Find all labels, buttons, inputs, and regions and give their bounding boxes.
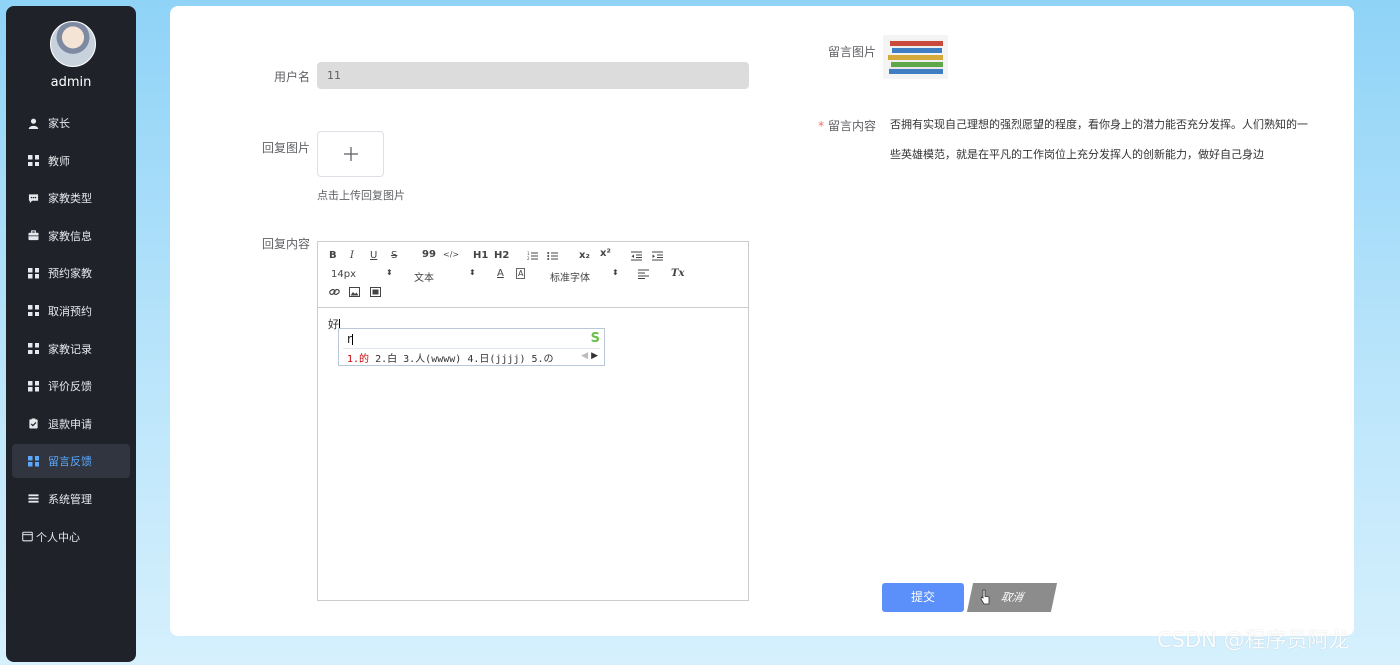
sidebar-item-label: 家教类型 [48,192,92,206]
grid-icon [28,155,39,167]
sidebar-item-label: 家教记录 [48,342,92,356]
sidebar-item-label: 家长 [48,117,70,130]
align-left-icon[interactable] [638,269,649,279]
window-icon [22,531,33,542]
font-color-icon[interactable]: A [497,268,504,279]
sidebar-item-cancel-booking[interactable]: 取消预约 [12,294,130,328]
updown-icon[interactable]: ⬍ [386,268,393,277]
sidebar-item-label: 预约家教 [48,267,92,281]
avatar[interactable] [50,21,96,67]
upload-hint: 点击上传回复图片 [317,189,405,202]
subscript-button[interactable]: x₂ [579,250,590,261]
font-family-select[interactable]: 标准字体 [550,269,590,284]
video-icon[interactable] [370,287,381,297]
reply-image-label: 回复图片 [261,141,310,155]
sidebar-item-label: 取消预约 [48,304,92,318]
updown-icon[interactable]: ⬍ [469,268,476,277]
font-size-select[interactable]: 14px [331,269,356,280]
image-icon[interactable] [349,287,360,297]
grid-icon [28,455,39,467]
quote-button[interactable]: 99 [422,249,436,260]
ordered-list-icon[interactable]: 12 [527,251,538,261]
books-icon [888,39,943,74]
message-content-text: 否拥有实现自己理想的强烈愿望的程度，看你身上的潜力能否充分发挥。人们熟知的一些英… [890,118,1308,161]
list-icon [28,494,39,504]
sidebar-menu: 家长 教师 家教类型 家教信息 预约家教 取消预约 家教记录 评价反馈 退款申请… [12,106,130,557]
clear-format-button[interactable]: Tx [671,268,684,279]
ime-next-icon[interactable]: ▶ [591,351,598,361]
message-image-label: 留言图片 [827,45,876,59]
sidebar-item-label: 退款申请 [48,417,92,431]
sidebar-item-label: 教师 [48,154,70,168]
bullet-list-icon[interactable] [547,251,558,261]
sidebar-item-system[interactable]: 系统管理 [12,482,130,516]
sidebar-item-message-feedback[interactable]: 留言反馈 [12,444,130,479]
underline-button[interactable]: U [370,250,377,261]
grid-icon [28,343,39,355]
sidebar-item-label: 个人中心 [36,530,80,544]
reply-image-upload[interactable] [317,131,384,177]
username-label: 用户名 [273,70,310,84]
plus-icon [343,147,358,161]
ime-separator [343,348,600,349]
ime-prev-icon[interactable]: ◀ [581,351,588,361]
sogou-logo-icon: S [590,331,600,346]
outdent-icon[interactable] [631,251,642,261]
rich-text-editor: B I U S 99 </> H1 H2 12 x₂ x² 14px ⬍ 文本 … [317,241,749,601]
message-image[interactable] [883,35,948,79]
message-content-label: * 留言内容 [818,119,876,133]
indent-icon[interactable] [652,251,663,261]
grid-icon [28,305,39,317]
sidebar-item-refunds[interactable]: 退款申请 [12,407,130,441]
chat-icon [28,194,39,203]
ime-candidates[interactable]: 1.的 2.白 3.人(wwww) 4.日(jjjj) 5.の [347,350,554,365]
sidebar: admin 家长 教师 家教类型 家教信息 预约家教 取消预约 家教记录 评价反… [6,6,136,662]
sidebar-username: admin [50,75,92,90]
reply-content-label: 回复内容 [261,237,310,251]
ime-candidate-window: r S 1.的 2.白 3.人(wwww) 4.日(jjjj) 5.の ◀ ▶ [338,328,605,366]
sidebar-item-personal-center[interactable]: 个人中心 [12,520,130,554]
strike-button[interactable]: S [391,250,397,261]
italic-button[interactable]: I [350,250,354,261]
ime-input-text: r [347,332,353,346]
bold-button[interactable]: B [329,250,337,261]
sidebar-item-tutor-types[interactable]: 家教类型 [12,181,130,215]
grid-icon [28,267,39,279]
sidebar-item-book-tutor[interactable]: 预约家教 [12,256,130,290]
sidebar-item-label: 家教信息 [48,229,92,243]
sidebar-item-teachers[interactable]: 教师 [12,144,130,178]
superscript-button[interactable]: x² [600,248,611,259]
hand-cursor-icon [980,589,990,605]
sidebar-item-label: 评价反馈 [48,380,92,394]
link-icon[interactable] [329,287,340,297]
h2-button[interactable]: H2 [494,250,509,261]
updown-icon[interactable]: ⬍ [612,268,619,277]
username-field[interactable]: 11 [317,62,749,89]
h1-button[interactable]: H1 [473,250,488,261]
briefcase-icon [28,230,39,241]
csdn-watermark: CSDN @程序员阿龙 [1157,628,1350,652]
editor-toolbar: B I U S 99 </> H1 H2 12 x₂ x² 14px ⬍ 文本 … [318,242,748,308]
required-mark: * [818,119,825,133]
sidebar-item-parents[interactable]: 家长 [12,106,130,140]
sidebar-item-tutor-info[interactable]: 家教信息 [12,219,130,253]
background-color-icon[interactable]: A [516,268,526,279]
sidebar-item-tutor-records[interactable]: 家教记录 [12,332,130,366]
svg-text:2: 2 [527,256,530,261]
sidebar-item-label: 系统管理 [48,492,92,506]
submit-button[interactable]: 提交 [882,583,964,612]
user-icon [28,118,39,129]
clipboard-icon [29,418,38,429]
code-button[interactable]: </> [443,250,459,259]
text-type-select[interactable]: 文本 [414,269,434,284]
grid-icon [28,380,39,392]
sidebar-item-label: 留言反馈 [48,455,92,469]
sidebar-item-reviews[interactable]: 评价反馈 [12,369,130,403]
